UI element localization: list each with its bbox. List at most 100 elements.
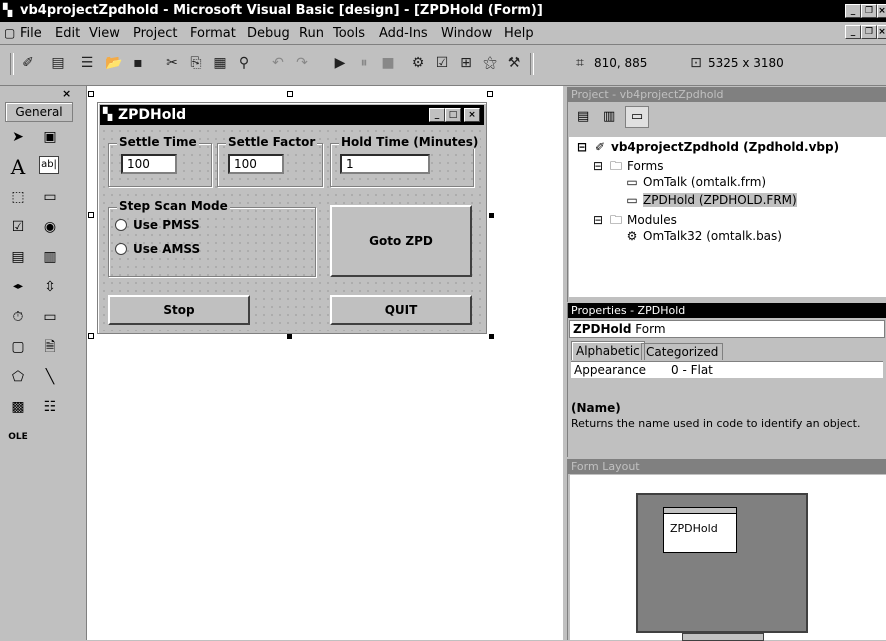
project-icon: ✐ [594, 140, 606, 154]
dirlistbox-tool-icon[interactable]: ▢ [7, 336, 29, 358]
end-icon[interactable]: ■ [378, 54, 398, 72]
use-pmss-radio[interactable]: Use PMSS [115, 218, 200, 232]
use-pmss-label: Use PMSS [133, 218, 200, 232]
filelistbox-tool-icon[interactable]: 🗎 [39, 336, 61, 358]
timer-tool-icon[interactable]: ⏱ [7, 306, 29, 328]
menu-run[interactable]: Run [299, 26, 324, 41]
quit-button[interactable]: QUIT [330, 295, 472, 325]
pointer-tool-icon[interactable]: ➤ [7, 126, 29, 148]
tree-form-omtalk[interactable]: ▭ OmTalk (omtalk.frm) [625, 175, 766, 189]
settle-time-frame[interactable]: Settle Time 100 [108, 135, 212, 187]
radio-circle-icon [115, 243, 127, 255]
resize-handle[interactable] [88, 91, 94, 97]
properties-panel: Properties - ZPDHold ZPDHold Form Alphab… [567, 303, 886, 457]
mdi-close-button[interactable]: × [877, 25, 886, 39]
zpdhold-form[interactable]: ▚ ZPDHold _ □ × Settle Time 100 Settle F… [97, 102, 487, 334]
settle-time-input[interactable]: 100 [121, 154, 177, 174]
tree-form-zpdhold[interactable]: ▭ ZPDHold (ZPDHOLD.FRM) [625, 193, 797, 207]
frame-tool-icon[interactable]: ⬚ [7, 186, 29, 208]
menu-format[interactable]: Format [190, 26, 236, 41]
data-tool-icon[interactable]: ☷ [39, 396, 61, 418]
save-icon[interactable]: ▪ [128, 54, 148, 72]
menu-help[interactable]: Help [504, 26, 534, 41]
vscrollbar-tool-icon[interactable]: ⇳ [39, 276, 61, 298]
line-tool-icon[interactable]: ╲ [39, 366, 61, 388]
hscrollbar-tool-icon[interactable]: ◂▸ [7, 276, 29, 298]
property-row-appearance[interactable]: Appearance 0 - Flat [571, 361, 883, 378]
stop-button[interactable]: Stop [108, 295, 250, 325]
resize-handle[interactable] [287, 91, 293, 97]
find-icon[interactable]: ⚲ [234, 54, 254, 72]
mdi-restore-button[interactable]: ❐ [861, 25, 877, 39]
menu-editor-icon[interactable]: ☰ [77, 54, 97, 72]
break-icon[interactable]: ⏸ [354, 54, 374, 72]
toolbox-tab-general[interactable]: General [5, 102, 73, 122]
resize-handle[interactable] [487, 91, 493, 97]
toolbox-icon[interactable]: ⚒ [504, 54, 524, 72]
minimize-button[interactable]: _ [845, 4, 861, 18]
cut-icon[interactable]: ✂ [162, 54, 182, 72]
settle-factor-input[interactable]: 100 [228, 154, 284, 174]
form-layout-icon[interactable]: ⊞ [456, 54, 476, 72]
hold-time-input[interactable]: 1 [340, 154, 430, 174]
description-text: Returns the name used in code to identif… [571, 417, 861, 430]
textbox-tool-icon[interactable]: ab| [39, 156, 59, 174]
object-selector[interactable]: ZPDHold Form [569, 320, 885, 338]
view-code-icon[interactable]: ▤ [577, 109, 589, 124]
close-button[interactable]: × [877, 4, 886, 18]
label-tool-icon[interactable]: A [7, 156, 29, 178]
resize-handle[interactable] [287, 334, 292, 339]
open-icon[interactable]: 📂 [104, 54, 124, 72]
toolbox-close-button[interactable]: × [62, 87, 71, 100]
tab-alphabetic[interactable]: Alphabetic [571, 341, 645, 360]
menu-view[interactable]: View [89, 26, 120, 41]
use-amss-radio[interactable]: Use AMSS [115, 242, 200, 256]
image-tool-icon[interactable]: ▩ [7, 396, 29, 418]
redo-icon[interactable]: ↷ [292, 54, 312, 72]
maximize-button[interactable]: ❐ [861, 4, 877, 18]
listbox-tool-icon[interactable]: ▥ [39, 246, 61, 268]
checkbox-tool-icon[interactable]: ☑ [7, 216, 29, 238]
toolbox-panel: × General ➤ ▣ A ab| ⬚ ▭ ☑ ◉ ▤ ▥ ◂▸ ⇳ ⏱ ▭… [5, 86, 80, 640]
optionbutton-tool-icon[interactable]: ◉ [39, 216, 61, 238]
menu-window[interactable]: Window [441, 26, 492, 41]
tab-categorized[interactable]: Categorized [641, 343, 724, 360]
menu-file[interactable]: File [20, 26, 42, 41]
resize-handle[interactable] [88, 212, 94, 218]
resize-handle[interactable] [489, 213, 494, 218]
commandbutton-tool-icon[interactable]: ▭ [39, 186, 61, 208]
menu-project[interactable]: Project [133, 26, 177, 41]
combobox-tool-icon[interactable]: ▤ [7, 246, 29, 268]
drivelistbox-tool-icon[interactable]: ▭ [39, 306, 61, 328]
tree-project-root[interactable]: ⊟ ✐ vb4projectZpdhold (Zpdhold.vbp) [575, 140, 839, 154]
resize-handle[interactable] [489, 334, 494, 339]
hold-time-frame[interactable]: Hold Time (Minutes) 1 [330, 135, 481, 187]
mdi-minimize-button[interactable]: _ [845, 25, 861, 39]
menu-tools[interactable]: Tools [333, 26, 365, 41]
goto-zpd-button[interactable]: Goto ZPD [330, 205, 472, 277]
picturebox-tool-icon[interactable]: ▣ [39, 126, 61, 148]
ole-tool-icon[interactable]: OLE [7, 426, 29, 448]
menu-debug[interactable]: Debug [247, 26, 290, 41]
menu-add-ins[interactable]: Add-Ins [379, 26, 428, 41]
properties-window-icon[interactable]: ☑ [432, 54, 452, 72]
shape-tool-icon[interactable]: ⬠ [7, 366, 29, 388]
add-project-icon[interactable]: ✐ [18, 54, 38, 72]
paste-icon[interactable]: ▦ [210, 54, 230, 72]
run-icon[interactable]: ▶ [330, 54, 350, 72]
form-position-preview[interactable]: ZPDHold [663, 507, 737, 553]
toggle-folders-icon[interactable]: ▭ [625, 106, 649, 128]
step-scan-mode-frame[interactable]: Step Scan Mode Use PMSS Use AMSS [108, 199, 316, 277]
undo-icon[interactable]: ↶ [268, 54, 288, 72]
size-icon: ⊡ [690, 55, 702, 71]
project-explorer-icon[interactable]: ⚙ [408, 54, 428, 72]
resize-handle[interactable] [88, 333, 94, 339]
copy-icon[interactable]: ⎘ [186, 54, 206, 72]
tree-module-omtalk32[interactable]: ⚙ OmTalk32 (omtalk.bas) [625, 229, 782, 243]
object-browser-icon[interactable]: ⚝ [480, 54, 500, 72]
menu-edit[interactable]: Edit [55, 26, 80, 41]
settle-factor-frame[interactable]: Settle Factor 100 [217, 135, 323, 187]
view-object-icon[interactable]: ▥ [603, 109, 615, 124]
toolbar-grip [10, 53, 14, 75]
add-form-icon[interactable]: ▤ [48, 54, 68, 72]
